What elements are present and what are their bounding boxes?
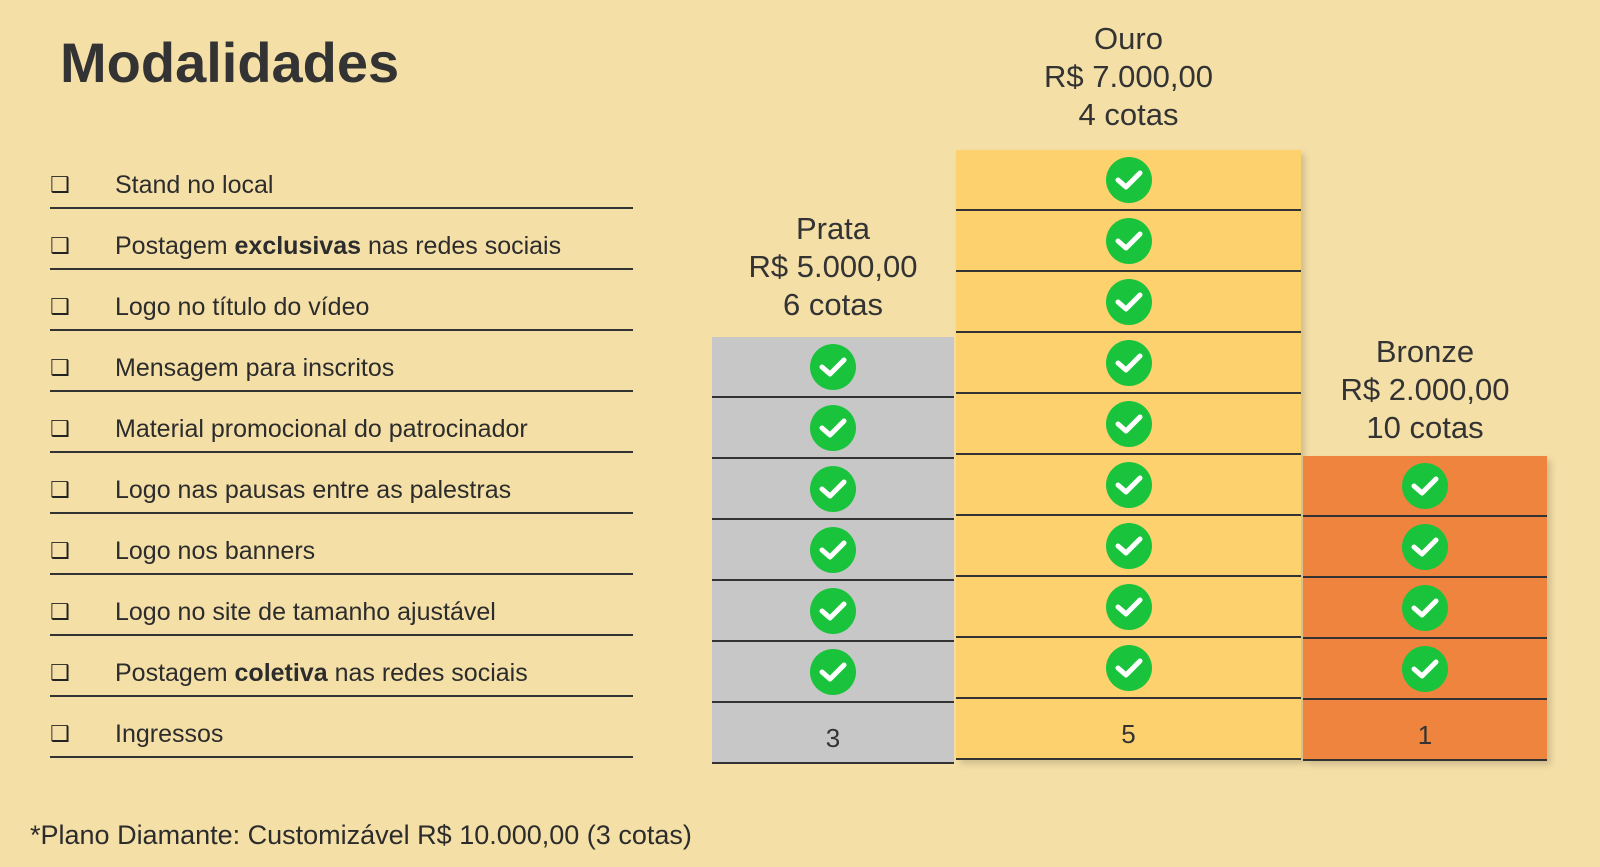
feature-row-promo-material: ❑ Material promocional do patrocinador — [50, 392, 633, 453]
plan-header-bronze: Bronze R$ 2.000,00 10 cotas — [1303, 333, 1547, 447]
plan-price: R$ 5.000,00 — [748, 249, 918, 284]
plan-cell — [956, 455, 1301, 516]
check-circle-icon — [1105, 217, 1152, 264]
plan-column-ouro: 5 — [956, 150, 1301, 760]
check-circle-icon — [1105, 461, 1152, 508]
plan-cell — [956, 150, 1301, 211]
checkbox-bullet-icon: ❑ — [50, 600, 70, 625]
plan-quota: 4 cotas — [1078, 97, 1179, 132]
plan-cell — [956, 272, 1301, 333]
tickets-count: 1 — [1417, 720, 1433, 750]
plan-cell-tickets: 3 — [712, 703, 954, 764]
tickets-count: 5 — [1121, 719, 1136, 749]
feature-row-exclusive-posts: ❑ Postagem exclusivas nas redes sociais — [50, 209, 633, 270]
plan-price: R$ 2.000,00 — [1340, 372, 1510, 407]
plan-cell — [956, 577, 1301, 638]
plan-header-ouro: Ouro R$ 7.000,00 4 cotas — [956, 20, 1301, 134]
plan-cell — [1303, 578, 1547, 639]
check-circle-icon — [1402, 523, 1448, 570]
feature-list: ❑ Stand no local ❑ Postagem exclusivas n… — [50, 148, 633, 758]
plan-cell — [712, 520, 954, 581]
feature-label: Mensagem para inscritos — [115, 354, 395, 382]
plan-header-prata: Prata R$ 5.000,00 6 cotas — [712, 210, 954, 324]
plan-cell-tickets: 5 — [956, 699, 1301, 760]
feature-row-stand: ❑ Stand no local — [50, 148, 633, 209]
checkbox-bullet-icon: ❑ — [50, 173, 70, 198]
checkbox-bullet-icon: ❑ — [50, 722, 70, 747]
tickets-count: 3 — [825, 723, 841, 753]
check-circle-icon — [810, 465, 856, 512]
check-circle-icon — [1105, 522, 1152, 569]
check-circle-icon — [1402, 584, 1448, 631]
plan-cell — [1303, 456, 1547, 517]
check-circle-icon — [810, 648, 856, 695]
plan-price: R$ 7.000,00 — [1044, 59, 1213, 94]
feature-row-tickets: ❑ Ingressos — [50, 697, 633, 758]
check-circle-icon — [1105, 156, 1152, 203]
plan-cell — [712, 459, 954, 520]
check-circle-icon — [1105, 339, 1152, 386]
check-circle-icon — [1105, 583, 1152, 630]
feature-row-subscriber-message: ❑ Mensagem para inscritos — [50, 331, 633, 392]
feature-row-collective-posts: ❑ Postagem coletiva nas redes sociais — [50, 636, 633, 697]
feature-label: Ingressos — [115, 720, 224, 748]
check-circle-icon — [810, 343, 856, 390]
check-circle-icon — [810, 587, 856, 634]
plan-cell — [712, 398, 954, 459]
feature-label: Material promocional do patrocinador — [115, 415, 528, 443]
plan-column-bronze: 1 — [1303, 456, 1547, 761]
feature-row-break-logo: ❑ Logo nas pausas entre as palestras — [50, 453, 633, 514]
footnote: *Plano Diamante: Customizável R$ 10.000,… — [30, 820, 692, 850]
check-circle-icon — [1402, 462, 1448, 509]
plan-cell — [956, 333, 1301, 394]
checkbox-bullet-icon: ❑ — [50, 478, 70, 503]
feature-label: Postagem coletiva nas redes sociais — [115, 659, 528, 687]
check-circle-icon — [1105, 644, 1152, 691]
checkbox-bullet-icon: ❑ — [50, 539, 70, 564]
plan-cell — [712, 581, 954, 642]
feature-label: Logo nos banners — [115, 537, 316, 565]
feature-label: Postagem exclusivas nas redes sociais — [115, 232, 562, 260]
feature-row-video-title-logo: ❑ Logo no título do vídeo — [50, 270, 633, 331]
plan-name: Ouro — [1094, 21, 1163, 56]
plan-cell-tickets: 1 — [1303, 700, 1547, 761]
check-circle-icon — [1402, 645, 1448, 692]
plan-cell — [956, 394, 1301, 455]
check-circle-icon — [810, 404, 856, 451]
feature-label: Stand no local — [115, 171, 274, 199]
plan-name: Bronze — [1375, 334, 1475, 369]
checkbox-bullet-icon: ❑ — [50, 295, 70, 320]
plan-quota: 6 cotas — [783, 287, 883, 322]
checkbox-bullet-icon: ❑ — [50, 417, 70, 442]
feature-label: Logo no site de tamanho ajustável — [115, 598, 496, 626]
checkbox-bullet-icon: ❑ — [50, 661, 70, 686]
feature-row-banner-logo: ❑ Logo nos banners — [50, 514, 633, 575]
plan-quota: 10 cotas — [1366, 410, 1484, 445]
plan-cell — [956, 211, 1301, 272]
plan-column-prata: 3 — [712, 337, 954, 764]
plan-cell — [712, 642, 954, 703]
plan-cell — [1303, 639, 1547, 700]
page-title: Modalidades — [60, 31, 400, 94]
checkbox-bullet-icon: ❑ — [50, 234, 70, 259]
check-circle-icon — [1105, 400, 1152, 447]
check-circle-icon — [810, 526, 856, 573]
plan-cell — [712, 337, 954, 398]
feature-label: Logo nas pausas entre as palestras — [115, 476, 512, 504]
plan-cell — [956, 638, 1301, 699]
feature-label: Logo no título do vídeo — [115, 293, 370, 321]
plan-cell — [956, 516, 1301, 577]
check-circle-icon — [1105, 278, 1152, 325]
plan-cell — [1303, 517, 1547, 578]
feature-row-site-logo: ❑ Logo no site de tamanho ajustável — [50, 575, 633, 636]
plan-name: Prata — [795, 211, 871, 246]
checkbox-bullet-icon: ❑ — [50, 356, 70, 381]
